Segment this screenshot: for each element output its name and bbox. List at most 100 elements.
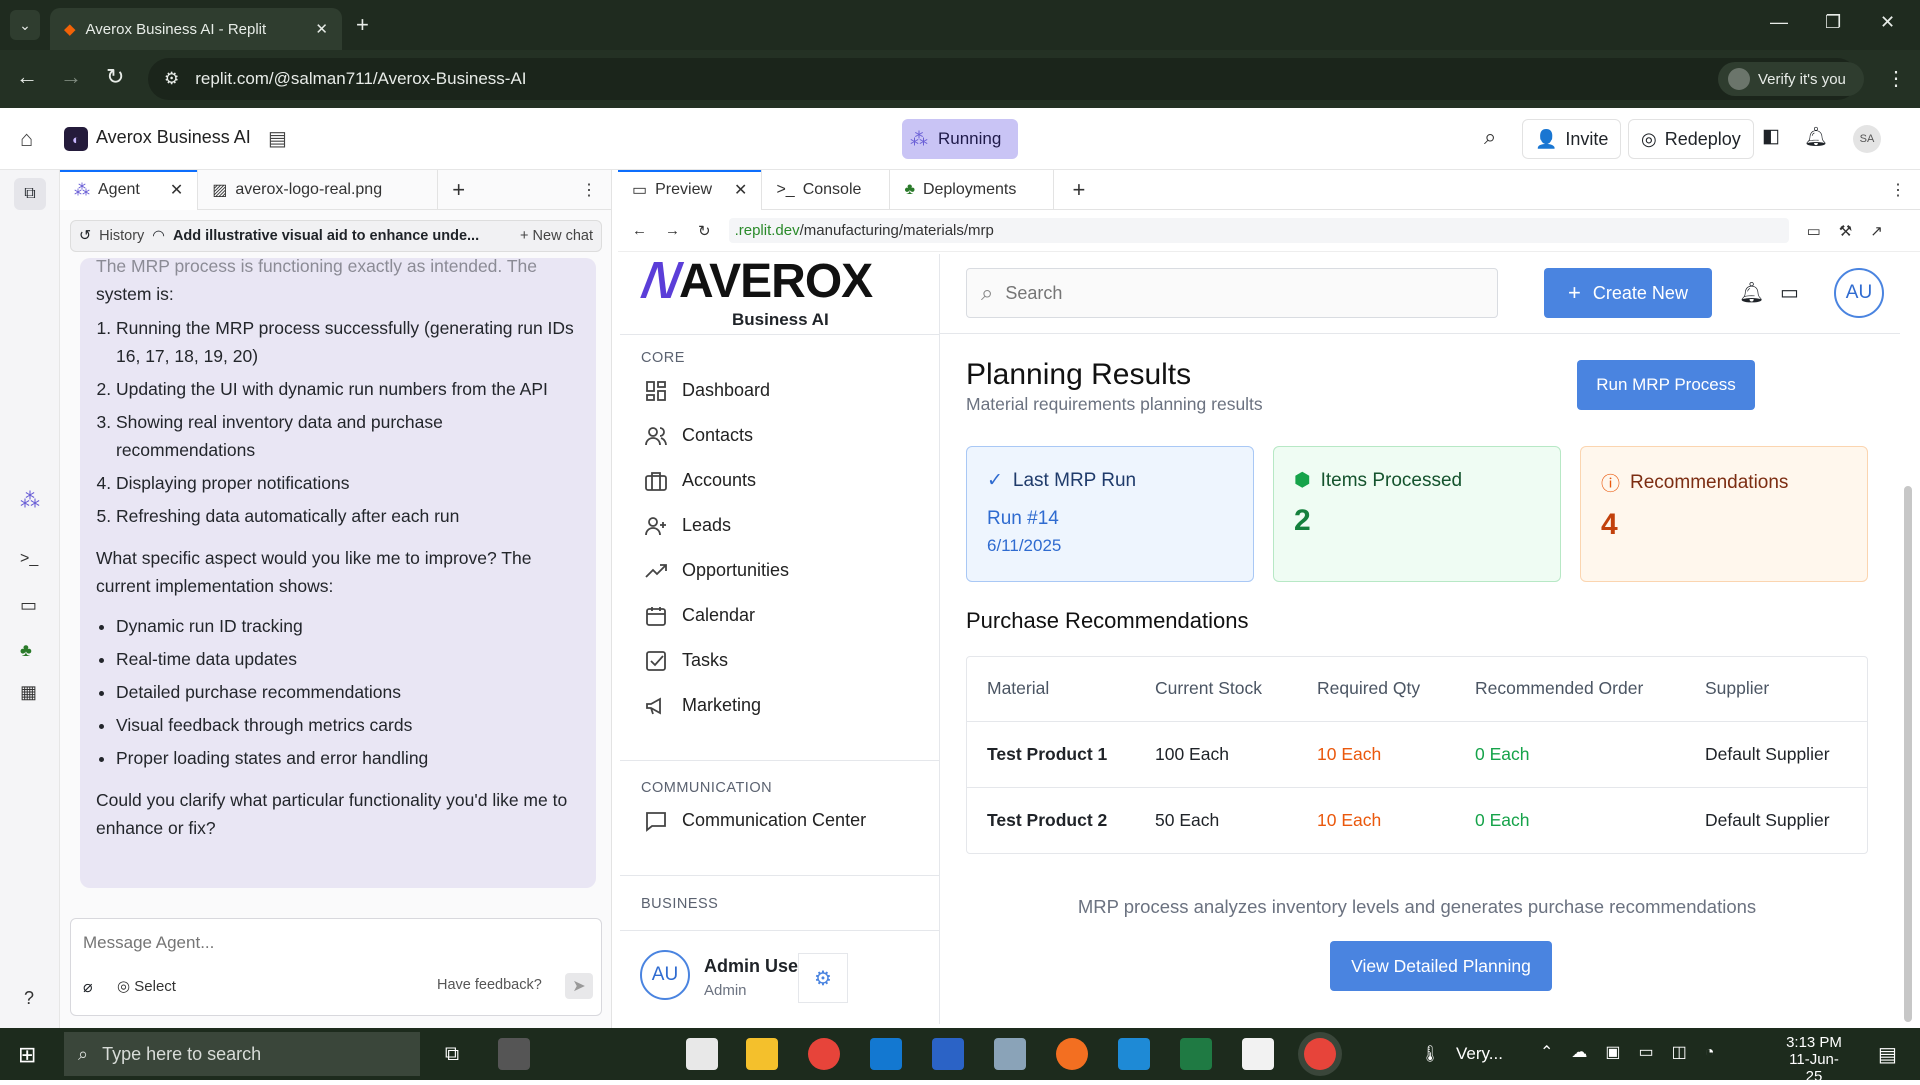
- close-window-button[interactable]: ✕: [1880, 12, 1895, 33]
- nav-communication-center[interactable]: Communication Center: [620, 798, 939, 843]
- search-icon[interactable]: ⌕: [1484, 124, 1496, 150]
- add-tab-button[interactable]: +: [438, 177, 479, 203]
- header-avatar[interactable]: AU: [1834, 268, 1884, 318]
- minimize-button[interactable]: —: [1770, 12, 1788, 33]
- nav-contacts[interactable]: Contacts: [620, 413, 939, 458]
- tab-console[interactable]: >_ Console: [762, 169, 891, 210]
- tab-deployments[interactable]: ♣ Deployments: [890, 169, 1055, 210]
- invite-button[interactable]: 👤 Invite: [1522, 119, 1622, 159]
- close-tab-icon[interactable]: ✕: [170, 180, 183, 200]
- nav-calendar[interactable]: Calendar: [620, 593, 939, 638]
- nav-leads[interactable]: Leads: [620, 503, 939, 548]
- send-button[interactable]: ➤: [565, 973, 593, 999]
- address-bar[interactable]: ⚙ replit.com/@salman711/Averox-Business-…: [148, 58, 1858, 100]
- attach-icon[interactable]: ⌀: [83, 977, 93, 997]
- nav-tasks[interactable]: Tasks: [620, 638, 939, 683]
- forward-icon[interactable]: →: [60, 64, 82, 90]
- windows-start-icon[interactable]: ⊞: [18, 1042, 36, 1068]
- verify-chip[interactable]: Verify it's you: [1718, 62, 1864, 96]
- tab-agent[interactable]: ⁂ Agent ✕: [60, 169, 199, 210]
- system-tray-icons[interactable]: ⌃☁▣▭◫◔: [1540, 1042, 1732, 1062]
- devtools-icon[interactable]: ⚒: [1839, 222, 1852, 240]
- agent-icon[interactable]: ⁂: [20, 488, 40, 513]
- create-new-button[interactable]: + Create New: [1544, 268, 1712, 318]
- tab-search-button[interactable]: ⌄: [10, 10, 40, 40]
- pane-menu-icon[interactable]: ⋮: [1890, 180, 1920, 200]
- message-input[interactable]: [83, 929, 583, 957]
- console-icon[interactable]: >_: [20, 550, 38, 568]
- view-detailed-planning-button[interactable]: View Detailed Planning: [1330, 941, 1552, 991]
- weather-label[interactable]: Very...: [1456, 1044, 1503, 1064]
- preview-icon[interactable]: ▭: [20, 595, 37, 616]
- message-icon[interactable]: ▭: [1780, 280, 1799, 305]
- restore-button[interactable]: ❐: [1825, 12, 1841, 33]
- firefox-icon[interactable]: [1056, 1038, 1088, 1070]
- add-tab-button[interactable]: +: [1054, 177, 1103, 203]
- notifications-icon[interactable]: ▤: [1878, 1042, 1897, 1067]
- paint-icon[interactable]: [994, 1038, 1026, 1070]
- word-icon[interactable]: [932, 1038, 964, 1070]
- reload-icon[interactable]: ↻: [106, 64, 124, 90]
- required-cell: 10 Each: [1317, 809, 1382, 830]
- open-external-icon[interactable]: ↗: [1870, 222, 1883, 240]
- nav-opportunities[interactable]: Opportunities: [620, 548, 939, 593]
- tab-logo-file[interactable]: ▨ averox-logo-real.png: [198, 169, 439, 210]
- project-menu-icon[interactable]: ▤: [268, 126, 287, 151]
- nav-marketing[interactable]: Marketing: [620, 683, 939, 728]
- run-mrp-button[interactable]: Run MRP Process: [1577, 360, 1755, 410]
- task-view-icon[interactable]: ⧉: [436, 1038, 468, 1070]
- close-tab-icon[interactable]: ✕: [315, 20, 328, 38]
- nav-label: Contacts: [682, 425, 754, 445]
- user-avatar[interactable]: AU: [640, 950, 690, 1000]
- file-explorer-icon[interactable]: [746, 1038, 778, 1070]
- app-search-box[interactable]: ⌕: [966, 268, 1498, 318]
- nav-accounts[interactable]: Accounts: [620, 458, 939, 503]
- browser-tab[interactable]: ◆ Averox Business AI - Replit ✕: [50, 8, 342, 50]
- excel-icon[interactable]: [1180, 1038, 1212, 1070]
- thread-title[interactable]: Add illustrative visual aid to enhance u…: [173, 228, 479, 244]
- user-avatar[interactable]: SA: [1853, 125, 1881, 153]
- clock[interactable]: 3:13 PM 11-Jun-25: [1782, 1034, 1846, 1085]
- deploy-rail-icon[interactable]: ♣: [20, 640, 32, 661]
- preview-scrollbar[interactable]: [1904, 486, 1912, 1022]
- chrome-active-icon[interactable]: [1304, 1038, 1336, 1070]
- tab-preview[interactable]: ▭ Preview ✕: [618, 169, 763, 210]
- preview-url[interactable]: .replit.dev /manufacturing/materials/mrp: [728, 218, 1789, 243]
- home-icon[interactable]: ⌂: [20, 126, 33, 152]
- close-tab-icon[interactable]: ✕: [734, 180, 747, 200]
- history-button[interactable]: History: [99, 228, 144, 244]
- bell-icon[interactable]: 🔔︎: [1739, 280, 1764, 305]
- select-button[interactable]: ◎ Select: [117, 977, 176, 995]
- settings-gear-icon[interactable]: ⚙: [798, 953, 848, 1003]
- averox-logo[interactable]: /\/ AVEROX: [642, 254, 873, 309]
- device-icon[interactable]: ▭: [1807, 222, 1821, 240]
- file-tree-icon[interactable]: ⧉: [14, 178, 46, 210]
- vscode-icon[interactable]: [1118, 1038, 1150, 1070]
- capcut-icon[interactable]: [1242, 1038, 1274, 1070]
- panels-icon[interactable]: ◧: [1762, 125, 1780, 148]
- leads-icon: [645, 516, 666, 535]
- taskbar-search[interactable]: ⌕ Type here to search: [64, 1032, 420, 1076]
- nav-dashboard[interactable]: Dashboard: [620, 368, 939, 413]
- apps-grid-icon[interactable]: ▦: [20, 682, 37, 703]
- pane-menu-icon[interactable]: ⋮: [581, 180, 611, 200]
- new-tab-button[interactable]: +: [356, 12, 369, 38]
- snipping-tool-icon[interactable]: [498, 1038, 530, 1070]
- app-search-input[interactable]: [1005, 282, 1466, 304]
- browser-menu-icon[interactable]: ⋮: [1886, 66, 1906, 91]
- run-status-button[interactable]: ⁂ Running: [902, 119, 1018, 159]
- new-chat-button[interactable]: + New chat: [520, 228, 593, 244]
- preview-forward-icon[interactable]: →: [665, 222, 680, 239]
- store-icon[interactable]: [686, 1038, 718, 1070]
- project-name[interactable]: Averox Business AI: [96, 127, 251, 148]
- back-icon[interactable]: ←: [16, 64, 38, 90]
- preview-back-icon[interactable]: ←: [632, 222, 647, 239]
- feedback-link[interactable]: Have feedback?: [437, 977, 542, 993]
- notification-bell-icon[interactable]: 🔔︎: [1804, 125, 1828, 149]
- help-icon[interactable]: ?: [24, 988, 34, 1009]
- preview-reload-icon[interactable]: ↻: [698, 222, 711, 240]
- redeploy-button[interactable]: ◎ Redeploy: [1628, 119, 1754, 159]
- outlook-icon[interactable]: [870, 1038, 902, 1070]
- chrome-icon[interactable]: [808, 1038, 840, 1070]
- site-info-icon[interactable]: ⚙: [164, 69, 179, 89]
